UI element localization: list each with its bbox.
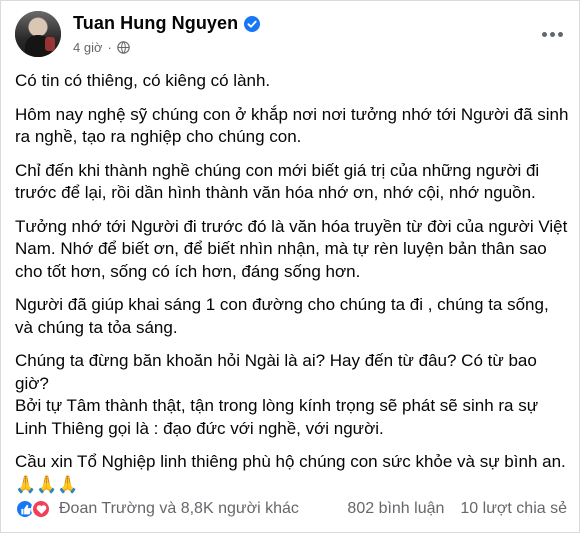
post-paragraph: Hôm nay nghệ sỹ chúng con ở khắp nơi nơi…	[15, 104, 569, 147]
reaction-icons[interactable]	[15, 499, 51, 519]
meta-separator: ·	[107, 40, 112, 55]
post-paragraph: Chúng ta đừng băn khoăn hỏi Ngài là ai? …	[15, 351, 537, 393]
post-paragraph: Chỉ đến khi thành nghề chúng con mới biế…	[15, 160, 540, 203]
more-options-icon[interactable]	[537, 23, 567, 45]
reactors-summary[interactable]: Đoan Trường và 8,8K người khác	[59, 500, 299, 518]
author-name-row: Tuan Hung Nguyen	[73, 13, 261, 34]
post-paragraph: Tưởng nhớ tới Người đi trước đó là văn h…	[15, 216, 568, 281]
post-paragraph: Có tin có thiêng, có kiêng có lành.	[15, 71, 271, 90]
post-paragraph: Cầu xin Tổ Nghiệp linh thiêng phù hộ chú…	[15, 452, 566, 494]
post-footer: Đoan Trường và 8,8K người khác 802 bình …	[15, 496, 567, 522]
love-reaction-icon	[31, 499, 51, 519]
post-timestamp[interactable]: 4 giờ	[73, 40, 103, 55]
comments-count[interactable]: 802 bình luận	[347, 500, 444, 518]
author-name[interactable]: Tuan Hung Nguyen	[73, 13, 238, 34]
post-paragraph: Bởi tự Tâm thành thật, tận trong lòng kí…	[15, 396, 539, 438]
globe-icon	[117, 41, 130, 54]
post-header: Tuan Hung Nguyen 4 giờ ·	[15, 11, 567, 61]
shares-count[interactable]: 10 lượt chia sẻ	[460, 500, 567, 518]
facebook-post: Tuan Hung Nguyen 4 giờ · Có tin có thiên…	[0, 0, 580, 533]
post-content: Có tin có thiêng, có kiêng có lành. Hôm …	[15, 70, 571, 507]
post-meta: 4 giờ ·	[73, 40, 130, 55]
author-avatar[interactable]	[15, 11, 61, 57]
post-paragraph: Người đã giúp khai sáng 1 con đường cho …	[15, 295, 549, 337]
verified-badge-icon	[244, 15, 261, 32]
